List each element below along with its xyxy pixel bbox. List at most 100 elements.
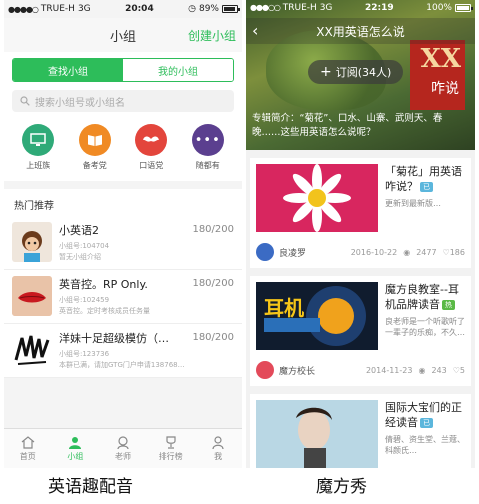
- battery-icon: [222, 5, 240, 13]
- category-label: 上班族: [26, 161, 51, 170]
- segmented-control: 查找小组 我的小组: [4, 52, 242, 86]
- battery-icon: [454, 4, 473, 12]
- tab-label: 排行榜: [158, 451, 183, 461]
- member-count: 180/200: [192, 278, 234, 289]
- monitor-icon: [22, 124, 55, 156]
- group-id: 小组号:102459: [59, 296, 110, 304]
- caption-left: 英语趣配音: [48, 477, 133, 497]
- group-id: 小组号:104704: [59, 242, 110, 250]
- battery-percent: 89%: [198, 4, 219, 14]
- video-card[interactable]: 国际大宝们的正经读音已 倩碧、资生堂、兰蔻、科颜氏…: [250, 394, 471, 468]
- tab-my-groups[interactable]: 我的小组: [123, 59, 233, 81]
- network-label: 3G: [77, 4, 91, 14]
- status-badge: 已: [420, 418, 433, 428]
- signal-icon: ●●●●○: [8, 4, 39, 14]
- heart-icon: ♡: [442, 247, 450, 257]
- category-label: 随都有: [195, 161, 220, 170]
- list-item[interactable]: 英音控。RP Only. 小组号:102459 英音控。定时考核成员任务量 18…: [4, 270, 242, 324]
- tab-home[interactable]: 首页: [4, 429, 52, 468]
- avatar[interactable]: [256, 361, 274, 379]
- group-name: 英音控。RP Only.: [59, 278, 148, 291]
- post-date: 2016-10-22: [350, 247, 398, 257]
- nav-bar: 小组 创建小组: [4, 18, 242, 52]
- tab-find-group[interactable]: 查找小组: [13, 59, 123, 81]
- group-desc: 暂无小组介绍: [59, 253, 101, 261]
- network-label: 3G: [319, 3, 333, 13]
- search-bar: 搜索小组号或小组名: [4, 86, 242, 118]
- tab-label: 小组: [67, 451, 84, 461]
- status-bar: ●●●●○ TRUE-H 3G 20:04 ◷ 89%: [4, 0, 242, 18]
- eye-icon: ◉: [403, 247, 411, 257]
- signal-icon: ●●●○○: [250, 3, 281, 12]
- group-avatar: [12, 276, 52, 316]
- category-everything[interactable]: ••• 随都有: [183, 124, 233, 171]
- plus-icon: +: [320, 64, 332, 80]
- search-icon: [20, 96, 30, 106]
- view-count: 2477: [416, 247, 437, 257]
- avatar[interactable]: [256, 243, 274, 261]
- time-label: 22:19: [365, 3, 394, 13]
- person-icon: [212, 435, 224, 449]
- member-count: 180/200: [192, 332, 234, 343]
- author-name: 良凌罗: [279, 248, 307, 259]
- video-desc: 倩碧、资生堂、兰蔻、科颜氏…: [385, 435, 465, 455]
- screenshot-root: ●●●●○ TRUE-H 3G 20:04 ◷ 89% 小组 创建小组 查找小组…: [0, 0, 479, 504]
- group-name: 小英语2: [59, 224, 99, 237]
- tab-me[interactable]: 我: [194, 429, 242, 468]
- category-row: 上班族 备考党 口语党 ••• 随都有: [4, 118, 242, 181]
- tab-label: 首页: [19, 451, 36, 461]
- cover-text-xx: XX: [420, 44, 461, 74]
- video-card[interactable]: 「菊花」用英语咋说？已 更新到最新版… 良凌罗 2016-10-22 ◉ 2477…: [250, 158, 471, 268]
- video-thumbnail: [256, 164, 378, 232]
- teacher-icon: [117, 435, 129, 449]
- page-title: 小组: [109, 29, 136, 45]
- create-group-button[interactable]: 创建小组: [188, 27, 236, 44]
- group-avatar: [12, 330, 52, 370]
- eye-icon: ◉: [418, 365, 426, 375]
- thumbnail-text: 耳机: [264, 296, 304, 320]
- category-speaking[interactable]: 口语党: [126, 124, 176, 171]
- like-count: 5: [459, 365, 465, 375]
- album-header: XX 咋说 ●●●○○ TRUE-H 3G 22:19 100% ‹ XX用英语…: [246, 0, 475, 150]
- group-name: 洋妹十足超级模仿（…: [59, 332, 169, 345]
- time-label: 20:04: [125, 4, 154, 14]
- video-desc: 更新到最新版…: [385, 199, 441, 208]
- mustache-icon: [135, 124, 168, 156]
- video-thumbnail: [256, 400, 378, 468]
- left-phone-screen: ●●●●○ TRUE-H 3G 20:04 ◷ 89% 小组 创建小组 查找小组…: [4, 0, 242, 468]
- tab-label: 老师: [114, 451, 131, 461]
- trophy-icon: [165, 435, 176, 449]
- author-name: 魔方校长: [279, 366, 316, 377]
- back-icon[interactable]: ‹: [252, 21, 258, 40]
- video-desc: 良老师是一个听歌听了一辈子的乐痴，不久…: [385, 317, 465, 337]
- home-icon: [21, 435, 35, 449]
- category-office-workers[interactable]: 上班族: [13, 124, 63, 171]
- more-icon: •••: [191, 124, 224, 156]
- group-id: 小组号:123736: [59, 350, 110, 358]
- status-bar: ●●●○○ TRUE-H 3G 22:19 100%: [246, 0, 475, 16]
- video-card[interactable]: 耳机 魔方良教室--耳机品牌读音热 良老师是一个听歌听了一辈子的乐痴，不久… 魔…: [250, 276, 471, 386]
- lock-icon: ◷: [188, 4, 196, 14]
- tab-bar: 首页 小组 老师 排行榜 我: [4, 428, 242, 468]
- search-placeholder: 搜索小组号或小组名: [35, 97, 125, 109]
- book-icon: [78, 124, 111, 156]
- group-list: 小英语2 小组号:104704 暂无小组介绍 180/200 英音控。RP On…: [4, 216, 242, 378]
- page-title: XX用英语怎么说: [316, 24, 405, 39]
- tab-leaderboard[interactable]: 排行榜: [147, 429, 195, 468]
- group-avatar: [12, 222, 52, 262]
- subscribe-button[interactable]: + 订阅(34人): [308, 60, 404, 84]
- tab-label: 我: [214, 451, 223, 461]
- list-item[interactable]: 洋妹十足超级模仿（… 小组号:123736 本群已满，请加GTG门户申请1387…: [4, 324, 242, 378]
- tab-groups[interactable]: 小组: [52, 429, 100, 468]
- group-icon: [69, 436, 82, 449]
- status-badge: 热: [442, 300, 455, 310]
- tab-teachers[interactable]: 老师: [99, 429, 147, 468]
- list-item[interactable]: 小英语2 小组号:104704 暂无小组介绍 180/200: [4, 216, 242, 270]
- group-desc: 本群已满，请加GTG门户申请138768…: [59, 361, 185, 369]
- video-thumbnail: 耳机: [256, 282, 378, 350]
- caption-right: 魔方秀: [316, 477, 367, 497]
- category-exam-prep[interactable]: 备考党: [70, 124, 120, 171]
- carrier-label: TRUE-H: [40, 4, 75, 14]
- search-input[interactable]: 搜索小组号或小组名: [12, 90, 234, 112]
- status-badge: 已: [420, 182, 433, 192]
